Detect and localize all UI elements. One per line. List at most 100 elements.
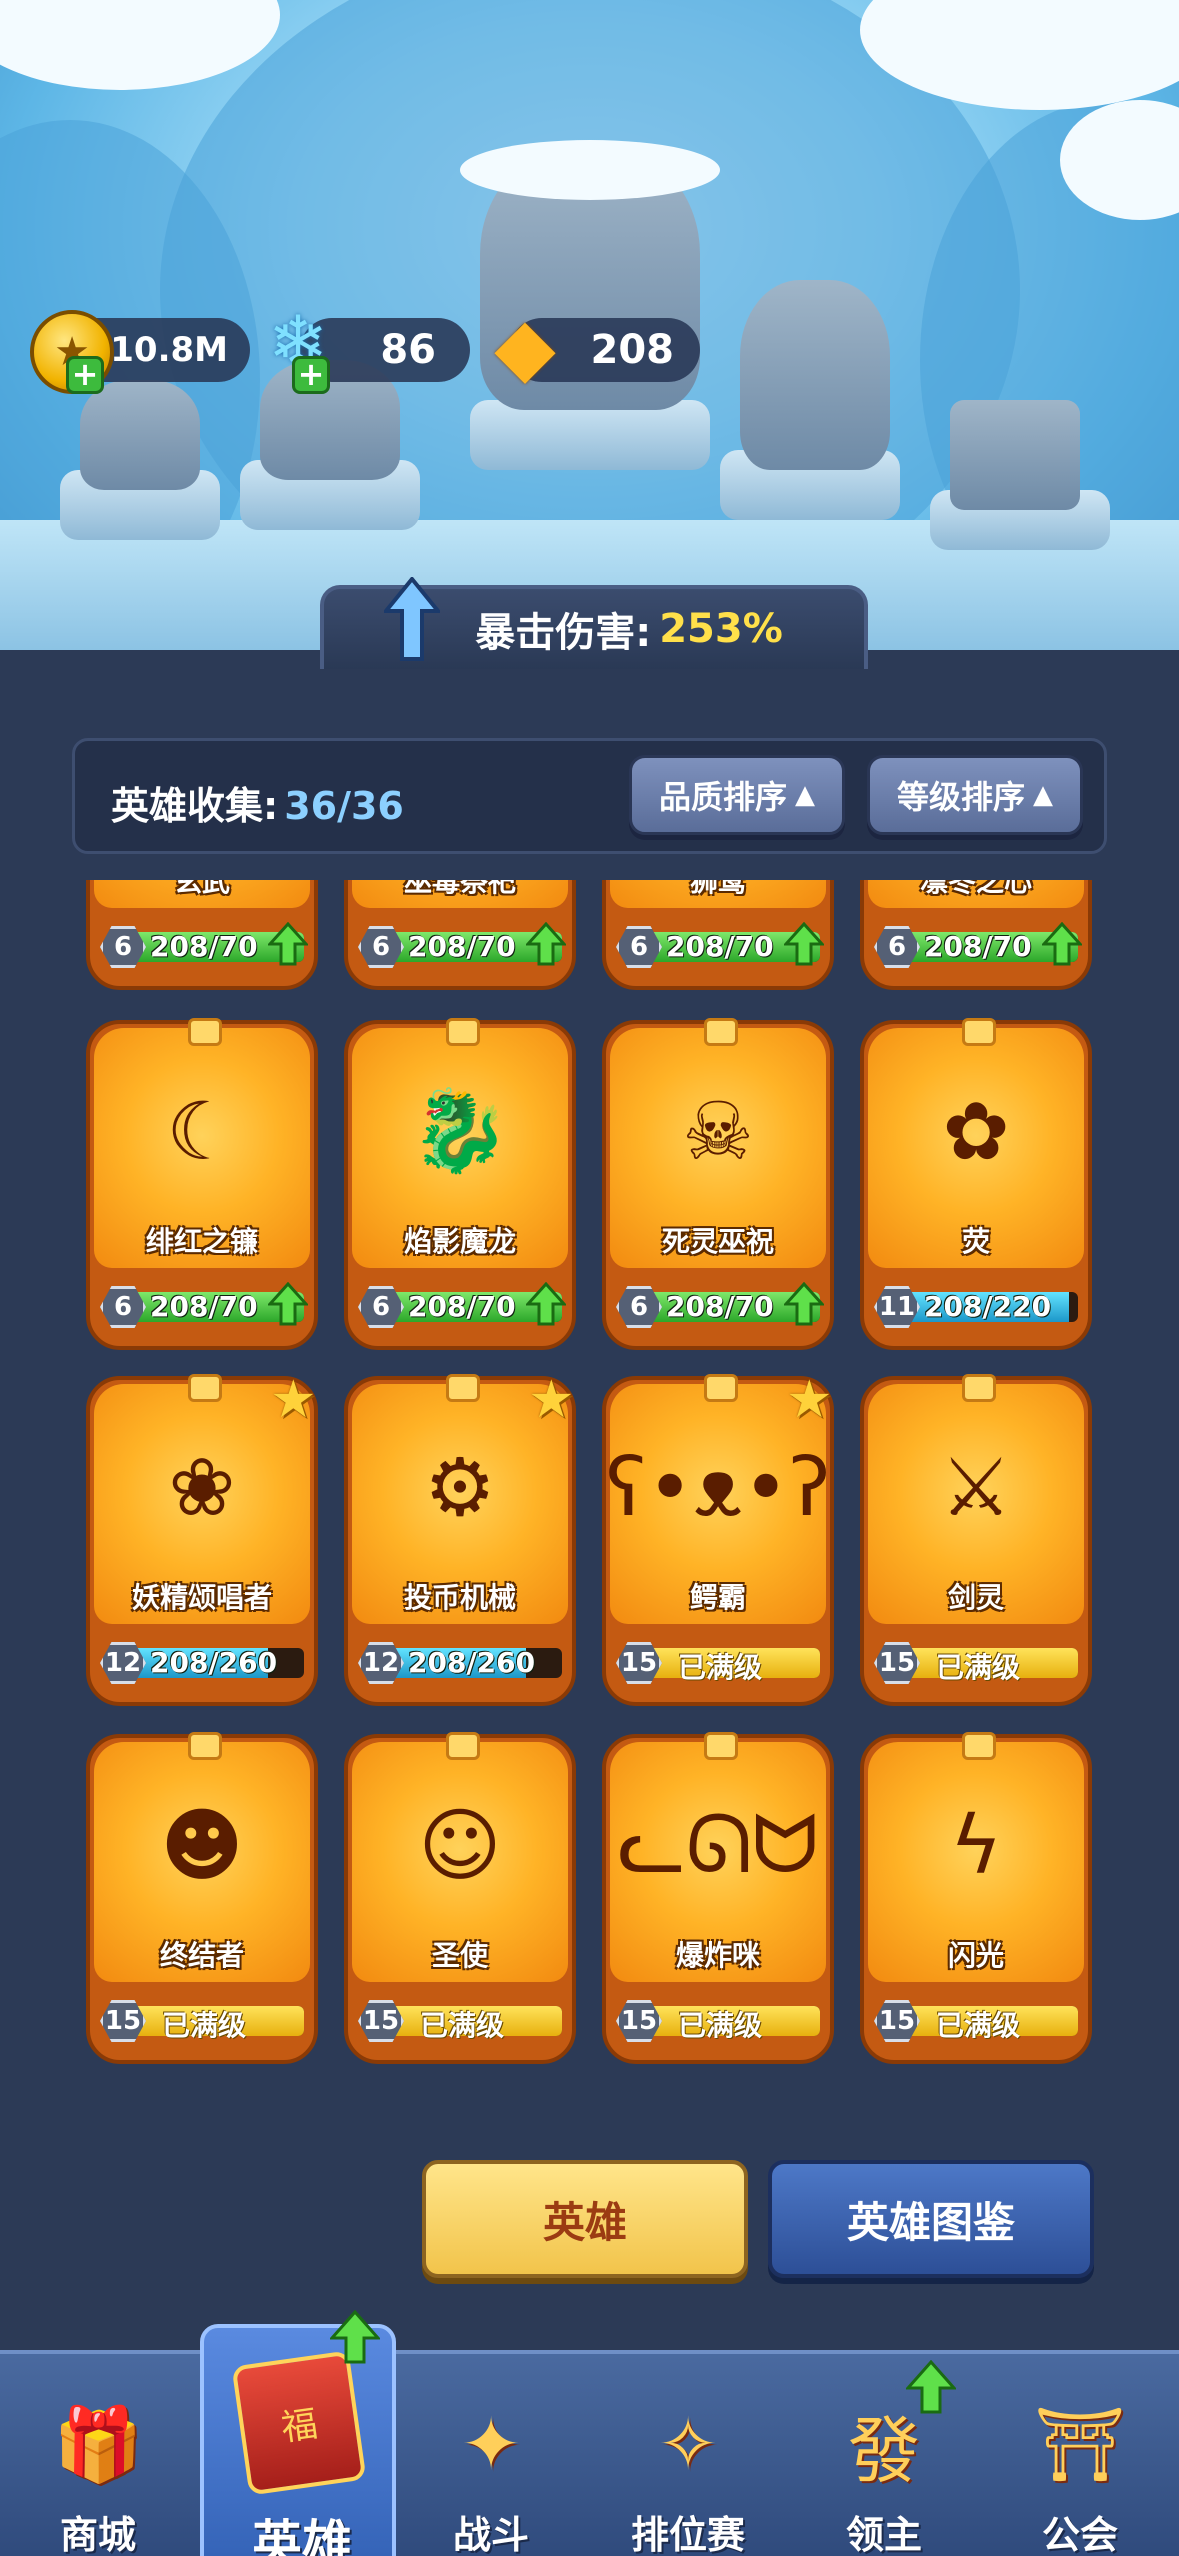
hero-card[interactable]: ☻ 终结者 15 已满级 [86,1732,318,2064]
crit-damage-banner: 暴击伤害: 253% [320,577,868,669]
card-ornament [704,1374,738,1402]
hero-card[interactable]: ⚔ 剑灵 15 已满级 [860,1374,1092,1706]
level-bar: 15 已满级 [874,1642,1078,1684]
level-bar: 6 208/70 [874,921,1084,968]
card-ornament [446,1018,480,1046]
hero-name: 死灵巫祝 [661,1225,774,1258]
gold-value: 10.8M [110,330,228,370]
gem-value: 86 [380,327,436,373]
collection-title: 英雄收集: 36/36 [111,775,404,830]
card-ornament [962,1374,996,1402]
hero-card[interactable]: ✿ 荧 11 208/220 [860,1018,1092,1350]
level-progress: 已满级 [936,1651,1021,1684]
gold-crystal-icon: ◆ [494,299,556,393]
star-badge-icon: ★ [270,1370,317,1430]
nav-label: 领主 [845,2513,922,2556]
level-bar: 6 208/70 [100,1281,310,1328]
level-progress: 208/220 [924,1290,1052,1323]
hero-card[interactable]: 巫毒祭祀 6 208/70 [344,880,576,990]
card-ornament [188,1018,222,1046]
upgrade-available-arrow-icon [328,2309,382,2364]
upgrade-available-arrow-icon [904,2359,958,2414]
hero-cards-icon: 福 [231,2350,367,2496]
collection-count: 36/36 [284,784,404,828]
hero-card[interactable]: 凛冬之心 6 208/70 [860,880,1092,990]
hero-card[interactable]: 狮鹫 6 208/70 [602,880,834,990]
crit-value: 253% [659,606,783,652]
hero-grid[interactable]: 玄武 6 208/70 巫毒祭祀 6 208/70 狮鹫 6 208/70 凛冬之心 6 208/70… [0,880,1179,2090]
fairy-icon: ✿ [942,1084,1010,1178]
level-bar: 12 208/260 [358,1642,562,1684]
hero-name: 爆炸咪 [675,1939,760,1972]
nav-item[interactable]: 🎁 商城 [0,2354,196,2556]
cat-icon: ᓚᘏᗢ [617,1798,819,1891]
bottom-nav: 🎁 商城福英雄 ✦ 战斗 ✧ 排位赛發领主 ⛩ 公会 [0,2309,1179,2556]
sort-by-quality-button[interactable]: 品质排序 ▲ [629,755,845,835]
sort-up-icon: ▲ [1033,780,1053,810]
hero-dex-button[interactable]: 英雄图鉴 [768,2160,1094,2278]
hero-card[interactable]: ᓚᘏᗢ 爆炸咪 15 已满级 [602,1732,834,2064]
guild-pagoda-icon: ⛩ [1034,2401,1126,2486]
hero-card[interactable]: ⚙ 投币机械 12 208/260 ★ [344,1370,576,1706]
level-bar: 6 208/70 [358,921,568,968]
upgrade-arrow-icon [524,921,568,966]
hero-name: 玄武 [173,880,230,898]
add-gold-plus-icon[interactable]: + [66,356,104,394]
nav-item[interactable]: ✦ 战斗 [393,2354,589,2556]
nav-label: 战斗 [452,2513,529,2556]
level-bar: 6 208/70 [616,921,826,968]
hero-card[interactable]: ❀ 妖精颂唱者 12 208/260 ★ [86,1370,318,1706]
lightning-icon: ϟ [949,1798,1003,1892]
level-bar: 15 已满级 [616,2000,820,2042]
star-badge-icon: ★ [786,1370,833,1430]
nav-label: 英雄 [252,2515,352,2556]
hero-card[interactable]: 玄武 6 208/70 [86,880,318,990]
hero-name: 闪光 [947,1939,1004,1972]
level-progress: 已满级 [420,2009,505,2042]
dragon-icon: 🐉 [410,1084,510,1177]
add-gem-plus-icon[interactable]: + [292,356,330,394]
hero-card[interactable]: 🐉 焰影魔龙 6 208/70 [344,1018,576,1350]
collection-label: 英雄收集: [111,784,279,828]
skull-icon: ☠ [682,1084,754,1178]
level-progress: 已满级 [162,2009,247,2042]
nav-item[interactable]: ⛩ 公会 [982,2354,1178,2556]
hero-name: 终结者 [159,1939,244,1972]
upgrade-arrow-icon [782,1281,826,1326]
star-badge-icon: ★ [528,1370,575,1430]
sort-quality-label: 品质排序 [658,778,787,816]
hero-card[interactable]: ☠ 死灵巫祝 6 208/70 [602,1018,834,1350]
hero-name: 剑灵 [947,1581,1004,1614]
sort-by-level-button[interactable]: 等级排序 ▲ [867,755,1083,835]
card-ornament [962,1732,996,1760]
hero-name: 凛冬之心 [919,880,1032,898]
crystal-value: 208 [590,327,675,373]
level-bar: 15 已满级 [874,2000,1078,2042]
level-bar: 6 208/70 [616,1281,826,1328]
machine-statue [950,400,1080,510]
card-ornament [188,1374,222,1402]
hero-tab-button[interactable]: 英雄 [422,2160,748,2278]
hero-card[interactable]: ϟ 闪光 15 已满级 [860,1732,1092,2064]
hero-name: 投币机械 [403,1581,516,1614]
level-bar: 6 208/70 [100,921,310,968]
hero-name: 巫毒祭祀 [403,880,516,898]
hero-card[interactable]: ☺ 圣使 15 已满级 [344,1732,576,2064]
singer-icon: ❀ [168,1440,236,1534]
hero-name: 圣使 [431,1939,488,1972]
upgrade-arrow-icon [266,1281,310,1326]
angel-icon: ☺ [418,1798,502,1892]
nav-label: 公会 [1041,2513,1118,2556]
ranked-knot-icon: ✧ [657,2402,719,2486]
statue-left [80,380,200,490]
battle-cannon-icon: ✦ [460,2402,522,2486]
level-bar: 15 已满级 [358,2000,562,2042]
bear-icon: ʕ•ᴥ•ʔ [605,1440,831,1534]
upgrade-arrow-icon [266,921,310,966]
upgrade-arrow-icon [782,921,826,966]
hero-card[interactable]: ʕ•ᴥ•ʔ 鳄霸 15 已满级 ★ [602,1370,834,1706]
scythe-icon: ☾ [166,1084,238,1178]
card-ornament [446,1374,480,1402]
hero-card[interactable]: ☾ 绯红之镰 6 208/70 [86,1018,318,1350]
nav-item[interactable]: ✧ 排位赛 [590,2354,786,2556]
